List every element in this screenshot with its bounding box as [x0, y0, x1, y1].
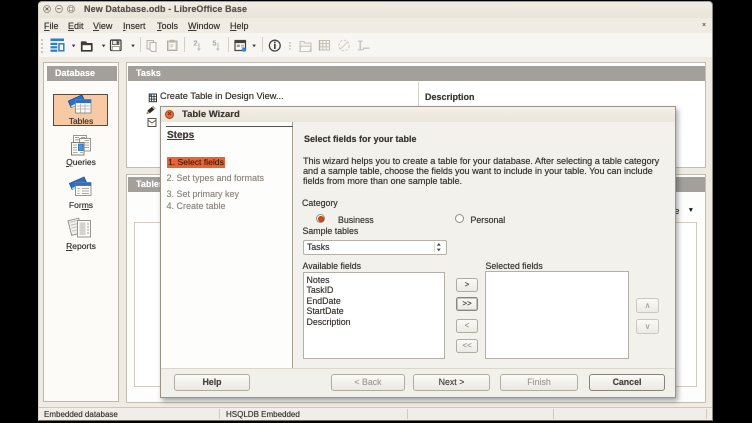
svg-text:2: 2 — [194, 41, 198, 48]
svg-text:5: 5 — [213, 41, 217, 48]
